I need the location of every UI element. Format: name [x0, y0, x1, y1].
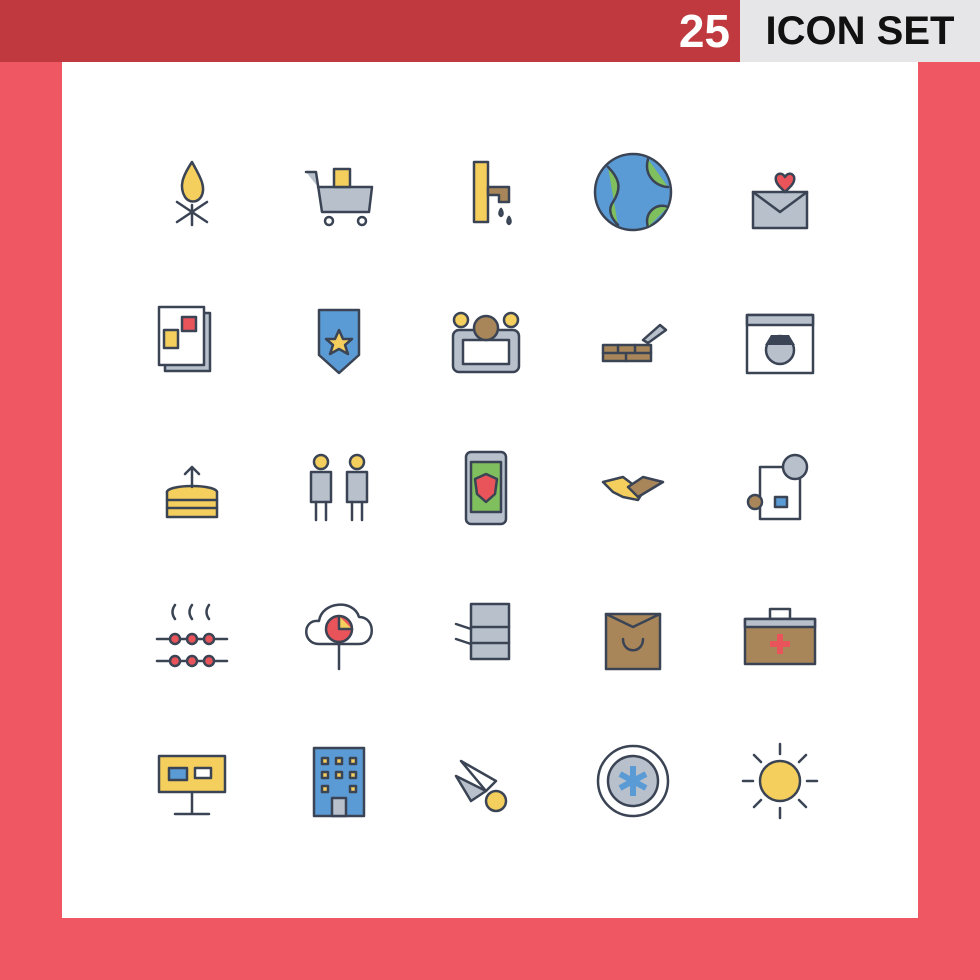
- shopping-cart-icon: [294, 147, 384, 237]
- steam-abacus-icon: [147, 589, 237, 679]
- handshake-icon: [588, 442, 678, 532]
- hacker-browser-icon: [735, 295, 825, 385]
- first-aid-kit-icon: [735, 589, 825, 679]
- earth-globe-icon: [588, 147, 678, 237]
- pie-chart-cloud-icon: [294, 589, 384, 679]
- office-building-icon: [294, 736, 384, 826]
- campfire-icon: [147, 147, 237, 237]
- sun-icon: [735, 736, 825, 826]
- police-badge-icon: [294, 295, 384, 385]
- icon-count: 25: [678, 5, 730, 57]
- title: ICON SET: [765, 8, 955, 53]
- people-scissors-icon: [294, 442, 384, 532]
- document-clock-icon: [735, 442, 825, 532]
- mobile-shield-icon: [441, 442, 531, 532]
- medical-sign-icon: [588, 736, 678, 826]
- printer-copier-icon: [441, 589, 531, 679]
- title-box: ICON SET: [740, 0, 980, 62]
- header-banner: 25: [0, 0, 740, 62]
- jobs-newspaper-icon: [147, 295, 237, 385]
- water-tap-icon: [441, 147, 531, 237]
- shopping-bag-icon: [588, 589, 678, 679]
- shuttlecock-icon: [441, 736, 531, 826]
- brick-wall-trowel-icon: [588, 295, 678, 385]
- love-letter-icon: [735, 147, 825, 237]
- mobile-settings-icon: [441, 295, 531, 385]
- billboard-icon: [147, 736, 237, 826]
- database-upload-icon: [147, 442, 237, 532]
